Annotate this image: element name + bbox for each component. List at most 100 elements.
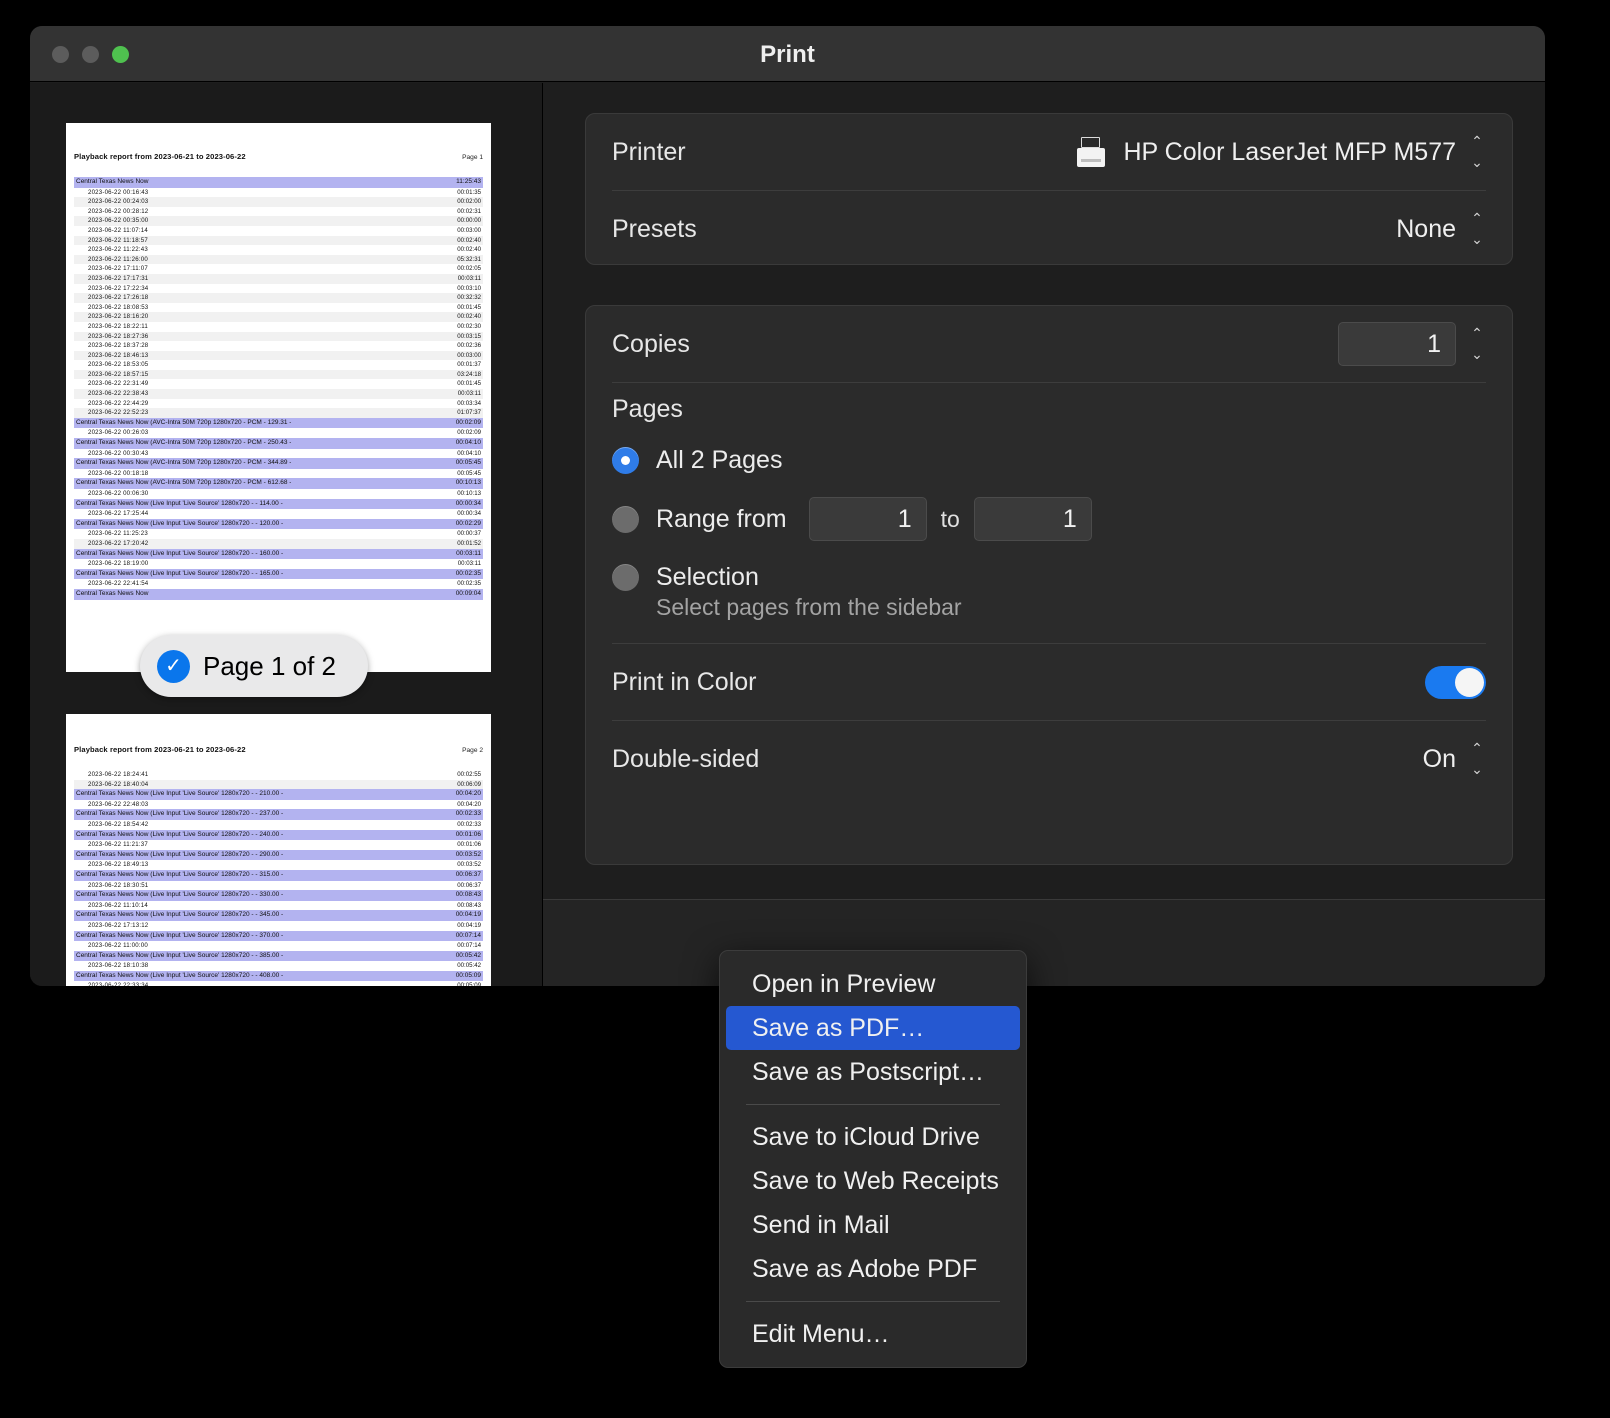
radio-range[interactable] [612,505,639,533]
report-cell-duration: 00:07:14 [457,942,481,950]
report-cell-left: 2023-06-22 18:37:28 [88,342,149,350]
pages-selection-option[interactable]: Selection [612,563,1486,592]
report-cell-left: 2023-06-22 00:35:00 [88,217,149,225]
double-sided-label: Double-sided [612,744,760,773]
menu-item-save-as-pdf[interactable]: Save as PDF… [726,1006,1020,1050]
report-group-row: Central Texas News Now (Live Input 'Live… [74,950,483,962]
presets-popup-chevrons-icon[interactable]: ⌃ ⌄ [1468,211,1486,246]
radio-all-pages[interactable] [612,447,639,474]
page-preview-sidebar[interactable]: Playback report from 2023-06-21 to 2023-… [30,83,543,986]
page-preview-thumbnail-1[interactable]: Playback report from 2023-06-21 to 2023-… [66,123,491,672]
report-group-row: Central Texas News Now (Live Input 'Live… [74,910,483,921]
double-sided-row[interactable]: Double-sided On ⌃ ⌄ [586,721,1512,797]
report-detail-row: 2023-06-22 00:16:43 00:01:35 [74,188,483,198]
report-cell-duration: 00:05:09 [455,971,481,979]
menu-item-save-as-adobe-pdf[interactable]: Save as Adobe PDF [726,1247,1020,1291]
copies-input[interactable]: 1 [1338,322,1456,366]
report-cell-duration: 00:03:34 [457,399,481,407]
pages-all-option[interactable]: All 2 Pages [612,446,1486,475]
print-in-color-toggle[interactable] [1425,665,1486,699]
report-cell-duration: 00:02:35 [455,569,481,577]
report-cell-duration: 00:05:45 [455,459,481,467]
report-cell-duration: 00:02:40 [457,246,481,254]
report-detail-row: 2023-06-22 18:24:41 00:02:55 [74,770,483,780]
report-group-row: Central Texas News Now 00:09:04 [74,588,483,600]
report-cell-left: Central Texas News Now (Live Input 'Live… [76,850,284,858]
report-group-row: Central Texas News Now (Live Input 'Live… [74,809,483,820]
report-cell-left: 2023-06-22 18:46:13 [88,351,149,359]
report-cell-duration: 00:02:30 [457,322,481,330]
menu-item-save-to-icloud-drive[interactable]: Save to iCloud Drive [726,1115,1020,1159]
report-cell-duration: 00:04:20 [455,790,481,798]
report-cell-left: Central Texas News Now (AVC-Intra 50M 72… [76,418,292,426]
report-cell-left: Central Texas News Now (Live Input 'Live… [76,951,284,959]
menu-item-save-as-postscript[interactable]: Save as Postscript… [726,1050,1020,1094]
report-cell-left: 2023-06-22 18:49:13 [88,861,149,869]
report-cell-left: 2023-06-22 18:53:05 [88,361,149,369]
report-table: Central Texas News Now 11:25:43 2023-06-22… [66,177,491,600]
menu-item-edit-menu[interactable]: Edit Menu… [726,1312,1020,1356]
report-detail-row: 2023-06-22 00:26:03 00:02:09 [74,428,483,438]
report-detail-row: 2023-06-22 17:25:44 00:00:34 [74,509,483,519]
report-cell-left: Central Texas News Now [76,178,149,185]
report-group-row: Central Texas News Now (Live Input 'Live… [74,789,483,800]
report-detail-row: 2023-06-22 00:30:43 00:04:10 [74,449,483,459]
pages-range-option[interactable]: Range from 1 to 1 [612,497,1486,541]
report-detail-row: 2023-06-22 18:19:00 00:03:11 [74,559,483,569]
copies-stepper[interactable]: ⌃ ⌄ [1468,326,1486,361]
report-cell-left: Central Texas News Now (AVC-Intra 50M 72… [76,459,292,467]
report-group-row: Central Texas News Now (Live Input 'Live… [74,518,483,530]
report-cell-left: 2023-06-22 18:19:00 [88,560,149,568]
report-cell-duration: 00:03:11 [457,274,481,282]
report-cell-duration: 00:01:06 [455,830,481,838]
range-from-input[interactable]: 1 [808,497,927,541]
report-cell-left: Central Texas News Now (Live Input 'Live… [76,569,284,577]
report-cell-duration: 00:05:42 [455,951,481,959]
menu-item-save-to-web-receipts[interactable]: Save to Web Receipts [726,1159,1020,1203]
selection-hint-text: Select pages from the sidebar [656,594,962,620]
page-preview-thumbnail-2[interactable]: Playback report from 2023-06-21 to 2023-… [66,714,491,986]
report-group-row: Central Texas News Now (AVC-Intra 50M 72… [74,478,483,489]
report-detail-row: 2023-06-22 18:46:13 00:03:00 [74,350,483,361]
report-cell-duration: 00:03:11 [457,560,481,568]
report-cell-duration: 00:10:13 [455,479,481,487]
report-cell-duration: 00:04:10 [455,439,481,447]
report-cell-duration: 00:01:35 [457,188,481,196]
report-cell-left: Central Texas News Now (AVC-Intra 50M 72… [76,479,292,487]
range-to-input[interactable]: 1 [973,497,1092,541]
report-group-row: Central Texas News Now (Live Input 'Live… [74,930,483,942]
report-cell-left: 2023-06-22 22:48:03 [88,800,149,808]
double-sided-popup-chevrons-icon[interactable]: ⌃ ⌄ [1468,741,1486,776]
report-detail-row: 2023-06-22 18:08:53 00:01:45 [74,303,483,313]
checkmark-circle-icon: ✓ [157,649,190,683]
radio-selection[interactable] [612,564,639,591]
presets-row[interactable]: Presets None ⌃ ⌄ [586,191,1512,267]
report-cell-duration: 00:05:42 [457,962,481,970]
window-title: Print [760,41,815,68]
report-cell-left: 2023-06-22 18:40:04 [88,780,149,788]
report-detail-row: 2023-06-22 11:26:00 05:32:31 [74,254,483,265]
report-cell-left: 2023-06-22 00:24:03 [88,198,149,206]
pdf-dropdown-menu[interactable]: Open in Preview Save as PDF… Save as Posts… [719,950,1027,1368]
report-cell-left: 2023-06-22 18:16:20 [88,313,149,321]
report-cell-left: 2023-06-22 17:13:12 [88,921,149,929]
report-cell-duration: 00:01:45 [457,380,481,388]
report-detail-row: 2023-06-22 18:53:05 00:01:37 [74,360,483,370]
printer-row[interactable]: Printer HP Color LaserJet MFP M577 ⌃ ⌄ [586,114,1512,190]
double-sided-value: On [1422,744,1456,773]
report-cell-left: Central Texas News Now (Live Input 'Live… [76,499,283,507]
report-cell-duration: 00:06:37 [455,870,481,878]
menu-item-open-in-preview[interactable]: Open in Preview [726,962,1020,1006]
printer-popup-chevrons-icon[interactable]: ⌃ ⌄ [1468,134,1486,169]
report-cell-left: 2023-06-22 22:38:43 [88,390,149,398]
report-detail-row: 2023-06-22 11:25:23 00:00:37 [74,529,483,539]
report-cell-duration: 00:03:00 [457,351,481,359]
report-detail-row: 2023-06-22 18:40:04 00:06:09 [74,779,483,790]
menu-item-send-in-mail[interactable]: Send in Mail [726,1203,1020,1247]
report-detail-row: 2023-06-22 17:17:31 00:03:11 [74,273,483,284]
report-cell-duration: 00:02:55 [457,771,481,778]
report-cell-duration: 00:03:52 [457,861,481,869]
report-group-row: Central Texas News Now (Live Input 'Live… [74,498,483,510]
report-cell-duration: 00:01:52 [457,539,481,547]
report-cell-left: Central Texas News Now (Live Input 'Live… [76,549,284,557]
